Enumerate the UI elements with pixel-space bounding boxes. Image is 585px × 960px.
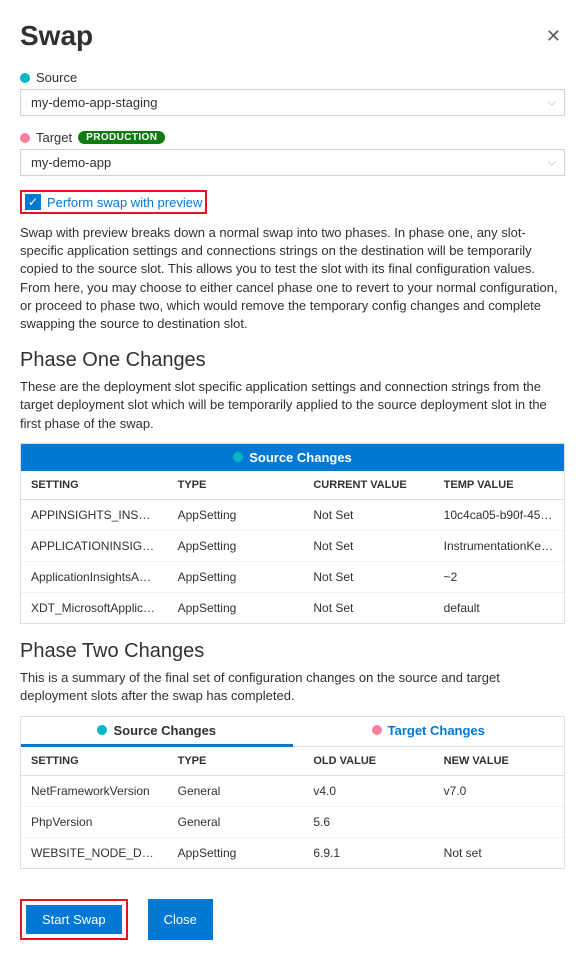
table-row: NetFrameworkVersionGeneralv4.0v7.0 — [21, 776, 564, 807]
target-value: my-demo-app — [31, 155, 111, 170]
cell-current: Not Set — [303, 531, 433, 561]
table-row: WEBSITE_NODE_DEF…AppSetting6.9.1Not set — [21, 838, 564, 868]
phase-one-desc: These are the deployment slot specific a… — [20, 378, 565, 433]
target-dot-icon — [20, 133, 30, 143]
col-setting: SETTING — [21, 471, 168, 499]
col-type: TYPE — [168, 471, 304, 499]
perform-swap-preview-label: Perform swap with preview — [47, 195, 202, 210]
target-select[interactable]: my-demo-app ⌵ — [20, 149, 565, 176]
table-row: APPINSIGHTS_INSTR…AppSettingNot Set10c4c… — [21, 500, 564, 531]
cell-setting: NetFrameworkVersion — [21, 776, 168, 806]
cell-type: General — [168, 776, 304, 806]
cell-setting: WEBSITE_NODE_DEF… — [21, 838, 168, 868]
cell-new — [434, 807, 564, 837]
close-button[interactable]: Close — [148, 899, 213, 940]
target-dot-icon — [372, 725, 382, 735]
cell-setting: ApplicationInsightsAg… — [21, 562, 168, 592]
phase-two-table: Source Changes Target Changes SETTING TY… — [20, 716, 565, 870]
tab-source-changes[interactable]: Source Changes — [21, 717, 293, 748]
col-temp: TEMP VALUE — [434, 471, 564, 499]
preview-description: Swap with preview breaks down a normal s… — [20, 224, 565, 333]
source-select[interactable]: my-demo-app-staging ⌵ — [20, 89, 565, 116]
perform-swap-preview-checkbox[interactable]: ✓ Perform swap with preview — [20, 190, 207, 214]
source-value: my-demo-app-staging — [31, 95, 157, 110]
start-swap-button[interactable]: Start Swap — [26, 905, 122, 934]
source-label: Source — [36, 70, 77, 85]
source-dot-icon — [97, 725, 107, 735]
cell-type: AppSetting — [168, 562, 304, 592]
cell-current: Not Set — [303, 593, 433, 623]
table-row: PhpVersionGeneral5.6 — [21, 807, 564, 838]
chevron-down-icon: ⌵ — [548, 96, 556, 109]
cell-temp: 10c4ca05-b90f-451f-8… — [434, 500, 564, 530]
cell-temp: ~2 — [434, 562, 564, 592]
cell-setting: APPLICATIONINSIGH… — [21, 531, 168, 561]
cell-old: 5.6 — [303, 807, 433, 837]
cell-temp: default — [434, 593, 564, 623]
col-current: CURRENT VALUE — [303, 471, 433, 499]
cell-old: 6.9.1 — [303, 838, 433, 868]
chevron-down-icon: ⌵ — [548, 156, 556, 169]
cell-type: AppSetting — [168, 838, 304, 868]
cell-old: v4.0 — [303, 776, 433, 806]
table-row: APPLICATIONINSIGH…AppSettingNot SetInstr… — [21, 531, 564, 562]
col-old: OLD VALUE — [303, 747, 433, 775]
cell-new: v7.0 — [434, 776, 564, 806]
source-dot-icon — [20, 73, 30, 83]
cell-current: Not Set — [303, 500, 433, 530]
table-row: ApplicationInsightsAg…AppSettingNot Set~… — [21, 562, 564, 593]
phase-two-desc: This is a summary of the final set of co… — [20, 669, 565, 705]
cell-type: AppSetting — [168, 500, 304, 530]
phase-one-heading: Phase One Changes — [20, 349, 565, 372]
checkbox-checked-icon: ✓ — [25, 194, 41, 210]
phase-one-table: Source Changes SETTING TYPE CURRENT VALU… — [20, 443, 565, 625]
cell-type: AppSetting — [168, 531, 304, 561]
tab-target-changes[interactable]: Target Changes — [293, 717, 565, 748]
source-dot-icon — [233, 452, 243, 462]
col-type: TYPE — [168, 747, 304, 775]
cell-type: AppSetting — [168, 593, 304, 623]
col-setting: SETTING — [21, 747, 168, 775]
cell-new: Not set — [434, 838, 564, 868]
phase-two-heading: Phase Two Changes — [20, 640, 565, 663]
cell-temp: InstrumentationKey=… — [434, 531, 564, 561]
cell-current: Not Set — [303, 562, 433, 592]
page-title: Swap — [20, 20, 93, 52]
cell-setting: XDT_MicrosoftApplica… — [21, 593, 168, 623]
target-label: Target — [36, 130, 72, 145]
phase-one-band: Source Changes — [21, 444, 564, 472]
cell-setting: PhpVersion — [21, 807, 168, 837]
close-icon[interactable]: ✕ — [542, 22, 565, 51]
table-row: XDT_MicrosoftApplica…AppSettingNot Setde… — [21, 593, 564, 623]
cell-setting: APPINSIGHTS_INSTR… — [21, 500, 168, 530]
cell-type: General — [168, 807, 304, 837]
production-badge: PRODUCTION — [78, 131, 165, 144]
col-new: NEW VALUE — [434, 747, 564, 775]
